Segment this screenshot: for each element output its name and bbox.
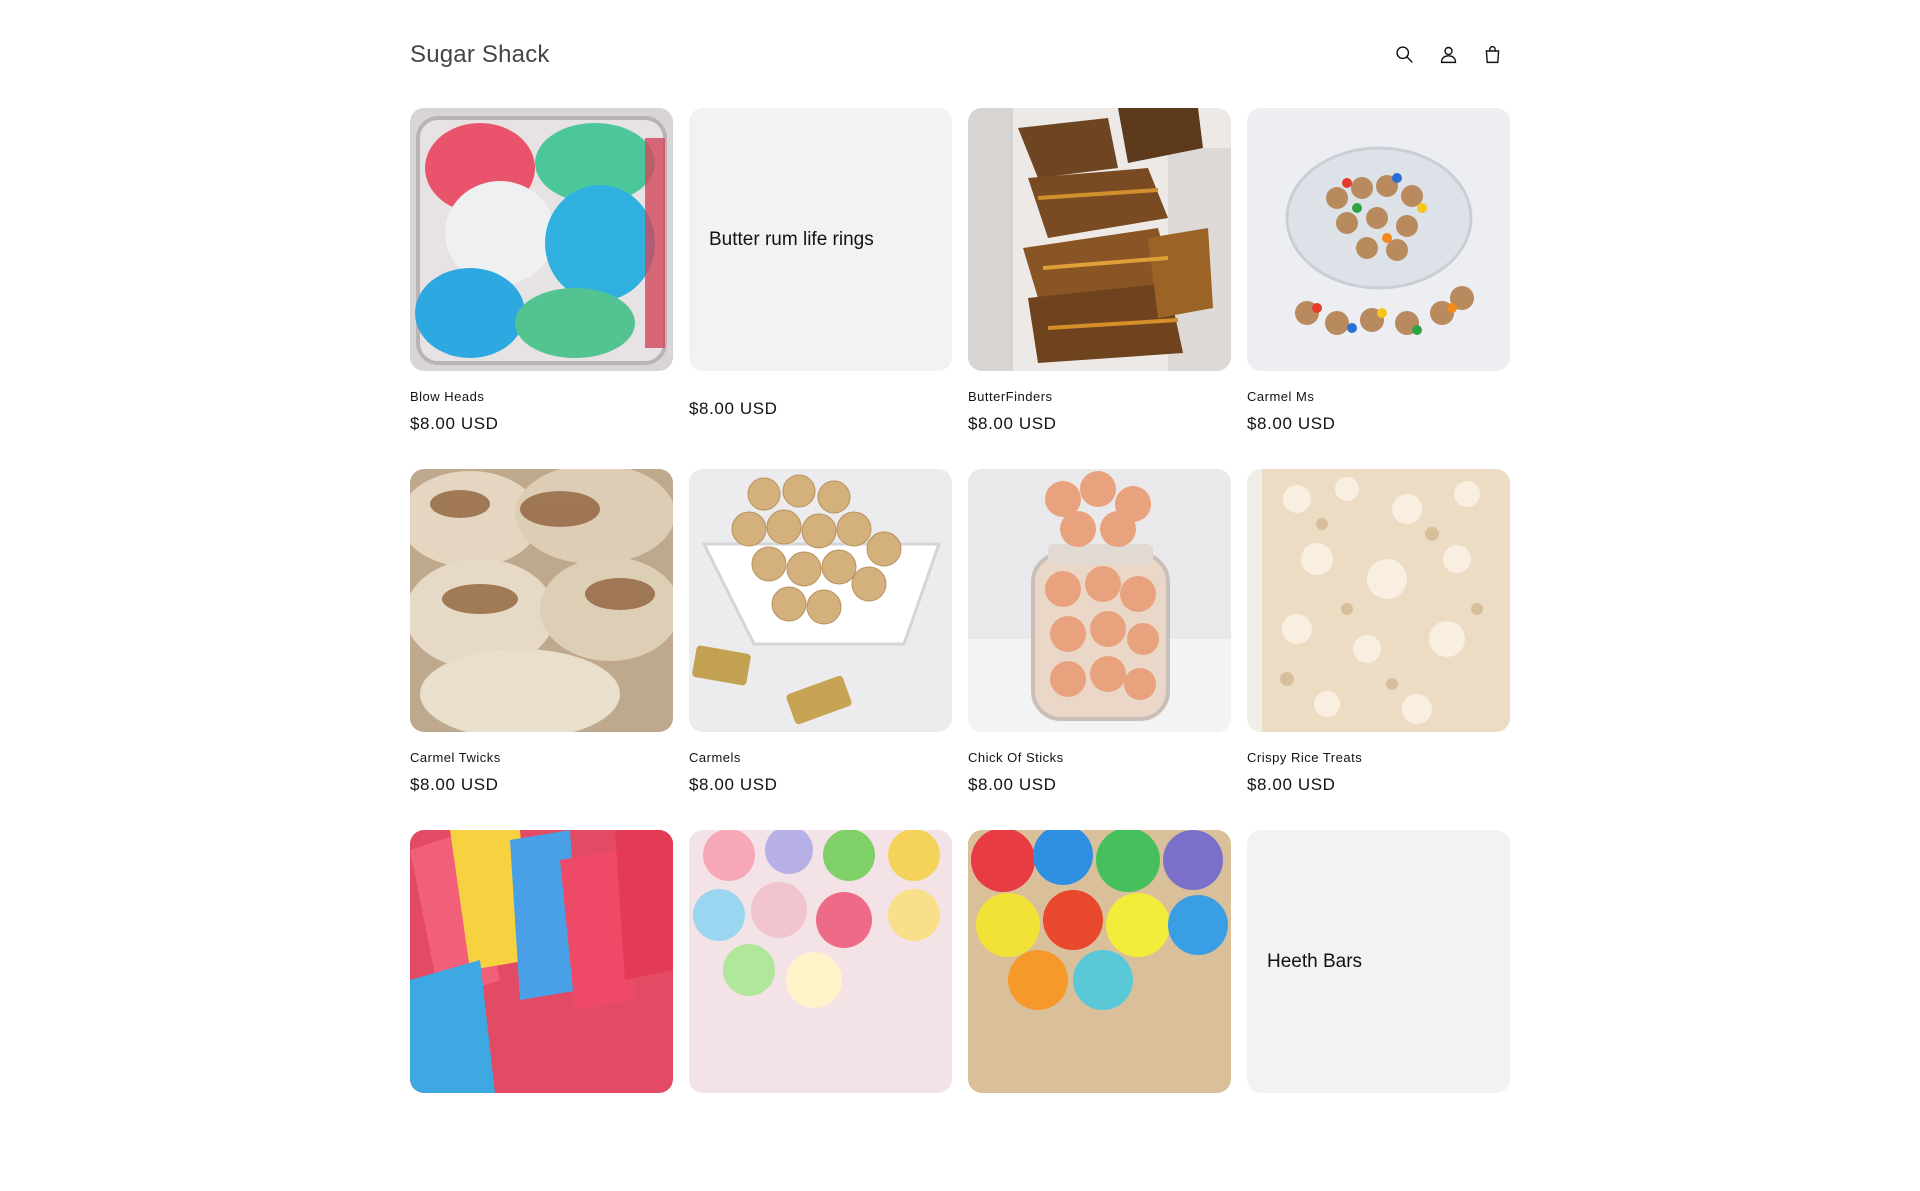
- product-title[interactable]: Crispy Rice Treats: [1247, 750, 1510, 765]
- product-image[interactable]: [1247, 469, 1510, 732]
- product-image-placeholder[interactable]: Heeth Bars: [1247, 830, 1510, 1093]
- product-image[interactable]: [968, 108, 1231, 371]
- product-card[interactable]: Chick Of Sticks $8.00 USD: [968, 469, 1231, 830]
- product-card[interactable]: [689, 830, 952, 1191]
- store-logo[interactable]: Sugar Shack: [410, 41, 550, 69]
- product-title[interactable]: ButterFinders: [968, 389, 1231, 404]
- product-price: $8.00 USD: [968, 414, 1057, 433]
- product-image[interactable]: [1247, 108, 1510, 371]
- product-image[interactable]: [968, 830, 1231, 1093]
- product-grid: Blow Heads $8.00 USD Butter rum life rin…: [410, 108, 1511, 1191]
- product-card[interactable]: Carmels $8.00 USD: [689, 469, 952, 830]
- account-icon[interactable]: [1434, 40, 1462, 68]
- search-icon[interactable]: [1390, 40, 1418, 68]
- product-card[interactable]: Blow Heads $8.00 USD: [410, 108, 673, 469]
- product-price: $8.00 USD: [689, 399, 778, 418]
- placeholder-title: Heeth Bars: [1267, 951, 1363, 972]
- product-image[interactable]: [689, 830, 952, 1093]
- product-image[interactable]: [410, 108, 673, 371]
- product-price: $8.00 USD: [689, 775, 778, 794]
- product-price: $8.00 USD: [968, 775, 1057, 794]
- product-price: $8.00 USD: [410, 775, 499, 794]
- product-price: $8.00 USD: [410, 414, 499, 433]
- header-icons: [1390, 40, 1506, 68]
- product-image[interactable]: [689, 469, 952, 732]
- product-card[interactable]: Butter rum life rings $8.00 USD: [689, 108, 952, 469]
- product-card[interactable]: [968, 830, 1231, 1191]
- product-card[interactable]: Carmel Twicks $8.00 USD: [410, 469, 673, 830]
- product-title[interactable]: Carmel Ms: [1247, 389, 1510, 404]
- placeholder-title: Butter rum life rings: [709, 228, 874, 250]
- product-image[interactable]: [410, 469, 673, 732]
- product-title[interactable]: Chick Of Sticks: [968, 750, 1231, 765]
- product-price: $8.00 USD: [1247, 775, 1336, 794]
- product-card[interactable]: Crispy Rice Treats $8.00 USD: [1247, 469, 1510, 830]
- product-title[interactable]: Carmel Twicks: [410, 750, 673, 765]
- product-card[interactable]: [410, 830, 673, 1191]
- product-title[interactable]: Blow Heads: [410, 389, 673, 404]
- product-card[interactable]: Carmel Ms $8.00 USD: [1247, 108, 1510, 469]
- product-title[interactable]: Carmels: [689, 750, 952, 765]
- cart-icon[interactable]: [1478, 40, 1506, 68]
- product-image-placeholder[interactable]: Butter rum life rings: [689, 108, 952, 371]
- site-header: Sugar Shack: [410, 0, 1510, 108]
- product-price: $8.00 USD: [1247, 414, 1336, 433]
- product-image[interactable]: [968, 469, 1231, 732]
- product-image[interactable]: [410, 830, 673, 1093]
- product-card[interactable]: ButterFinders $8.00 USD: [968, 108, 1231, 469]
- product-card[interactable]: Heeth Bars: [1247, 830, 1510, 1191]
